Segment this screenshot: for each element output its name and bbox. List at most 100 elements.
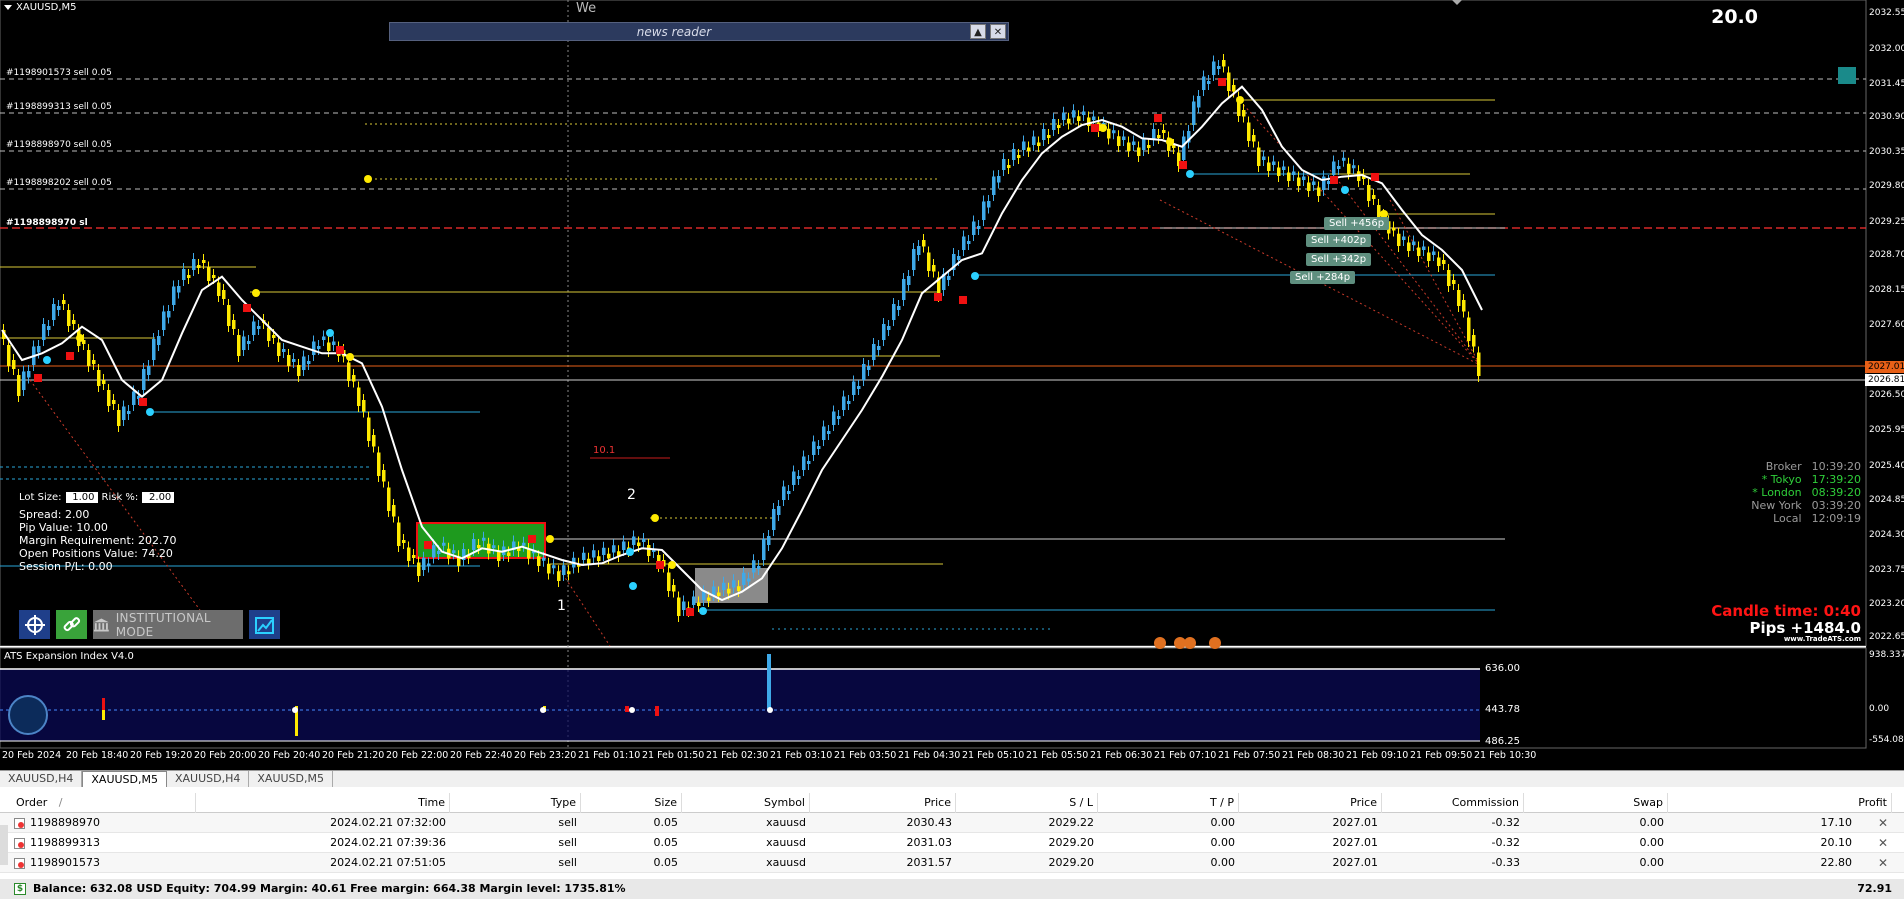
col-symbol[interactable]: Symbol — [682, 792, 810, 813]
candle — [562, 565, 566, 575]
collapse-up-icon[interactable]: ▲ — [970, 24, 986, 39]
stop-loss-label[interactable]: #1198898970 sl — [6, 218, 88, 228]
candle — [962, 236, 966, 250]
signal-dot — [651, 514, 659, 522]
news-reader-bar[interactable]: news reader ▲ ✕ — [389, 22, 1009, 41]
symbol-title[interactable]: XAUUSD,M5 — [4, 2, 77, 13]
sell-profit-tag[interactable]: Sell +342p — [1306, 253, 1372, 266]
col-order[interactable]: Order / — [16, 792, 196, 813]
tab-xauusd-h4[interactable]: XAUUSD,H4 — [0, 771, 83, 787]
signal-dot — [146, 408, 154, 416]
col-size[interactable]: Size — [581, 792, 682, 813]
col-sl[interactable]: S / L — [956, 792, 1098, 813]
cell-size: 0.05 — [653, 855, 679, 869]
candle — [682, 601, 686, 610]
clock-name: * London — [1752, 486, 1802, 499]
candle — [1157, 135, 1161, 138]
order-line-label[interactable]: #1198898970 sell 0.05 — [6, 140, 112, 150]
candle — [1267, 162, 1271, 171]
candle — [827, 431, 831, 434]
close-position-icon[interactable]: ✕ — [1878, 816, 1888, 830]
table-row[interactable]: 1198899313 2024.02.21 07:39:36 sell 0.05 xau… — [0, 833, 1904, 853]
candle — [372, 435, 376, 447]
target-icon — [24, 614, 45, 635]
table-row[interactable]: 1198901573 2024.02.21 07:51:05 sell 0.05 xau… — [0, 853, 1904, 873]
sell-profit-tag[interactable]: Sell +456p — [1324, 217, 1390, 230]
clock-name: Local — [1773, 512, 1802, 525]
order-line-label[interactable]: #1198901573 sell 0.05 — [6, 68, 112, 78]
close-position-icon[interactable]: ✕ — [1878, 836, 1888, 850]
signal-square — [1330, 176, 1338, 184]
close-position-icon[interactable]: ✕ — [1878, 856, 1888, 870]
candle — [1462, 300, 1466, 312]
institutional-mode-button[interactable]: INSTITUTIONAL MODE — [93, 610, 243, 639]
chart-window[interactable]: XAUUSD,M5 We 20.0 news reader ▲ ✕ #11989… — [0, 0, 1904, 770]
candle — [1022, 141, 1026, 150]
sell-profit-tag[interactable]: Sell +402p — [1306, 234, 1372, 247]
candle — [887, 326, 891, 330]
candle — [967, 241, 971, 244]
cell-sl: 2029.22 — [1048, 815, 1095, 829]
signal-square — [1179, 161, 1187, 169]
col-type[interactable]: Type — [450, 792, 581, 813]
tab-xauusd-h4[interactable]: XAUUSD,H4 — [167, 771, 250, 787]
candle — [297, 365, 301, 376]
candle — [287, 355, 291, 366]
candle — [477, 545, 481, 548]
candle — [442, 542, 446, 546]
price-chart[interactable] — [0, 0, 1904, 770]
col-tp[interactable]: T / P — [1098, 792, 1239, 813]
order-line-label[interactable]: #1198899313 sell 0.05 — [6, 102, 112, 112]
institutional-mode-label: INSTITUTIONAL MODE — [115, 610, 211, 639]
price-axis-label: 2023.20 — [1869, 599, 1904, 609]
candle — [247, 341, 251, 344]
panel-toolbar: INSTITUTIONAL MODE — [19, 610, 280, 639]
crosshair-target-button[interactable] — [19, 610, 50, 639]
candles — [2, 54, 1481, 622]
candle — [1062, 112, 1066, 120]
candle — [92, 360, 96, 364]
candle — [97, 370, 101, 386]
candle — [312, 341, 316, 355]
spread-info: Spread: 2.00 — [19, 508, 90, 521]
candle — [697, 602, 701, 606]
link-button[interactable] — [56, 610, 87, 639]
time-axis-label: 20 Feb 22:40 — [450, 750, 513, 761]
col-time[interactable]: Time — [196, 792, 450, 813]
candle — [1072, 110, 1076, 118]
sell-profit-tag[interactable]: Sell +284p — [1290, 271, 1356, 284]
candle — [382, 470, 386, 482]
candle — [37, 346, 41, 353]
tab-xauusd-m5[interactable]: XAUUSD,M5 — [249, 771, 333, 787]
cell-swap: 0.00 — [1639, 855, 1665, 869]
clock-name: Broker — [1765, 460, 1802, 473]
col-price-current[interactable]: Price — [1239, 792, 1382, 813]
candle — [1027, 147, 1031, 151]
wave-1-label: 1 — [557, 598, 566, 614]
cell-type: sell — [558, 815, 577, 829]
col-profit[interactable]: Profit — [1668, 792, 1892, 813]
candle — [817, 446, 821, 449]
candle — [172, 286, 176, 305]
col-swap[interactable]: Swap — [1524, 792, 1668, 813]
lot-size-input[interactable]: 1.00 — [65, 492, 98, 503]
candle — [847, 401, 851, 404]
candle — [1432, 251, 1436, 255]
time-axis-label: 21 Feb 02:30 — [706, 750, 769, 761]
terminal-side-label[interactable] — [0, 825, 8, 865]
balance-row: $ Balance: 632.08 USD Equity: 704.99 Mar… — [0, 879, 1904, 899]
tab-xauusd-m5[interactable]: XAUUSD,M5 — [82, 771, 167, 787]
close-icon[interactable]: ✕ — [990, 24, 1006, 39]
risk-input[interactable]: 2.00 — [142, 492, 175, 503]
shift-marker-icon[interactable] — [1452, 0, 1462, 5]
teal-widget-button[interactable] — [1838, 67, 1856, 84]
col-price[interactable]: Price — [810, 792, 956, 813]
news-reader-title: news reader — [636, 25, 712, 39]
order-line-label[interactable]: #1198898202 sell 0.05 — [6, 178, 112, 188]
candle — [397, 522, 401, 546]
expand-button[interactable] — [249, 610, 280, 639]
table-row[interactable]: 1198898970 2024.02.21 07:32:00 sell 0.05 xau… — [0, 813, 1904, 833]
col-commission[interactable]: Commission — [1382, 792, 1524, 813]
candle — [637, 542, 641, 546]
candle — [712, 586, 716, 595]
